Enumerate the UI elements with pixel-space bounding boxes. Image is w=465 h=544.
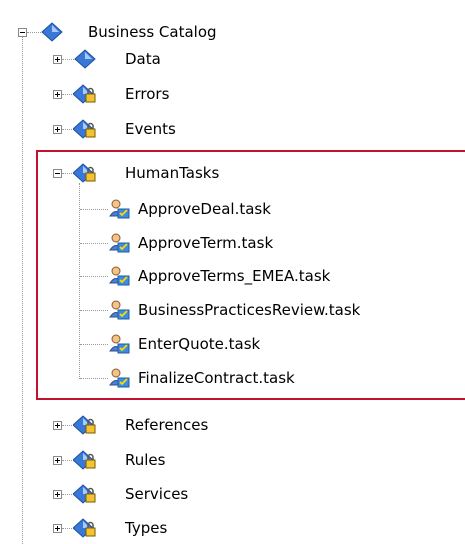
tree-item-references[interactable]: References: [125, 413, 208, 437]
business-catalog-tree: Business Catalog Data Errors Events Huma…: [0, 0, 465, 544]
locked-diamond-icon: [73, 518, 96, 538]
tree-item-services[interactable]: Services: [125, 482, 188, 506]
tree-item-data[interactable]: Data: [125, 47, 161, 71]
locked-diamond-icon: [73, 84, 96, 104]
tree-item-task[interactable]: BusinessPracticesReview.task: [138, 298, 360, 322]
expand-toggle[interactable]: [53, 55, 62, 64]
tree-item-types[interactable]: Types: [125, 516, 167, 540]
tree-item-task[interactable]: ApproveTerm.task: [138, 231, 273, 255]
diamond-icon: [41, 22, 63, 42]
locked-diamond-icon: [73, 415, 96, 435]
tree-item-business-catalog[interactable]: Business Catalog: [88, 20, 217, 44]
locked-diamond-icon: [73, 163, 96, 183]
expand-toggle[interactable]: [53, 456, 62, 465]
locked-diamond-icon: [73, 450, 96, 470]
expand-toggle[interactable]: [53, 490, 62, 499]
tree-item-task[interactable]: FinalizeContract.task: [138, 366, 295, 390]
tree-item-task[interactable]: ApproveDeal.task: [138, 197, 271, 221]
expand-toggle[interactable]: [53, 125, 62, 134]
task-icon: [109, 266, 130, 286]
diamond-icon: [74, 49, 96, 69]
expand-toggle[interactable]: [53, 90, 62, 99]
task-icon: [109, 199, 130, 219]
collapse-toggle[interactable]: [53, 169, 62, 178]
tree-item-rules[interactable]: Rules: [125, 448, 165, 472]
locked-diamond-icon: [73, 484, 96, 504]
tree-item-errors[interactable]: Errors: [125, 82, 169, 106]
tree-item-events[interactable]: Events: [125, 117, 176, 141]
tree-item-humantasks[interactable]: HumanTasks: [125, 161, 219, 185]
task-icon: [109, 334, 130, 354]
expand-toggle[interactable]: [53, 421, 62, 430]
task-icon: [109, 300, 130, 320]
task-icon: [109, 368, 130, 388]
task-icon: [109, 233, 130, 253]
tree-item-task[interactable]: EnterQuote.task: [138, 332, 260, 356]
locked-diamond-icon: [73, 119, 96, 139]
tree-item-task[interactable]: ApproveTerms_EMEA.task: [138, 264, 330, 288]
expand-toggle[interactable]: [53, 524, 62, 533]
collapse-toggle[interactable]: [18, 28, 27, 37]
tree-line: [22, 37, 23, 544]
